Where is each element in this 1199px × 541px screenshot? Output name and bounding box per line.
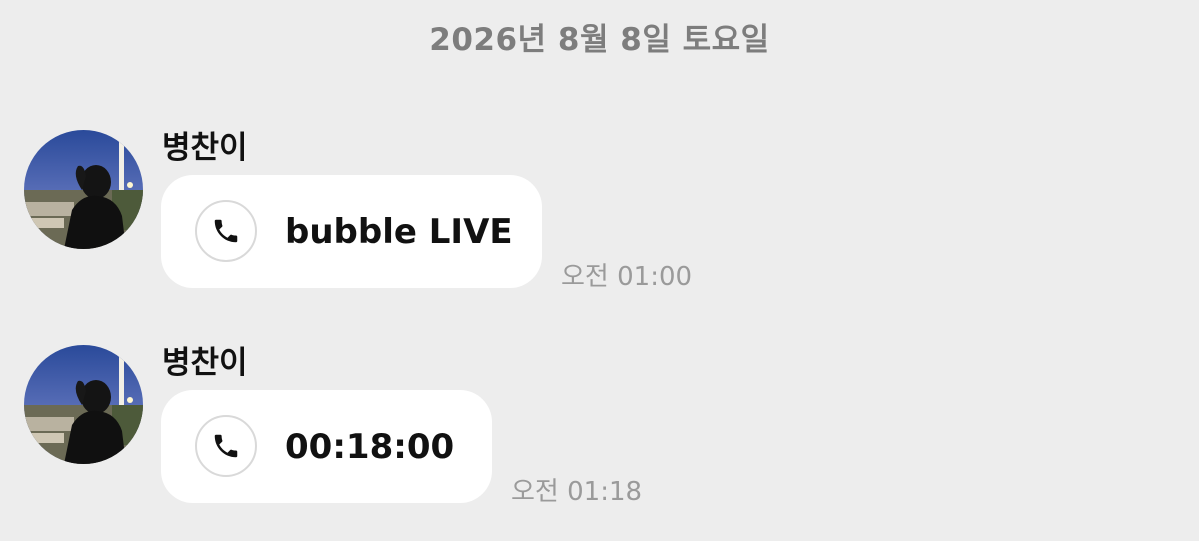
call-bubble[interactable]: 00:18:00	[161, 390, 492, 503]
message-time: 오전 01:00	[561, 262, 693, 292]
sender-avatar[interactable]	[24, 345, 143, 464]
chat-screen: 2026년 8월 8일 토요일 병찬이 bubble LIVE 오전 01:00…	[0, 0, 1199, 541]
phone-icon	[195, 200, 257, 262]
call-label: bubble LIVE	[285, 212, 513, 252]
message-time: 오전 01:18	[511, 477, 643, 507]
call-duration: 00:18:00	[285, 427, 455, 467]
sender-name: 병찬이	[162, 345, 248, 381]
message-row: 병찬이 00:18:00 오전 01:18	[0, 0, 1199, 507]
avatar-photo	[24, 345, 143, 464]
phone-icon	[195, 415, 257, 477]
